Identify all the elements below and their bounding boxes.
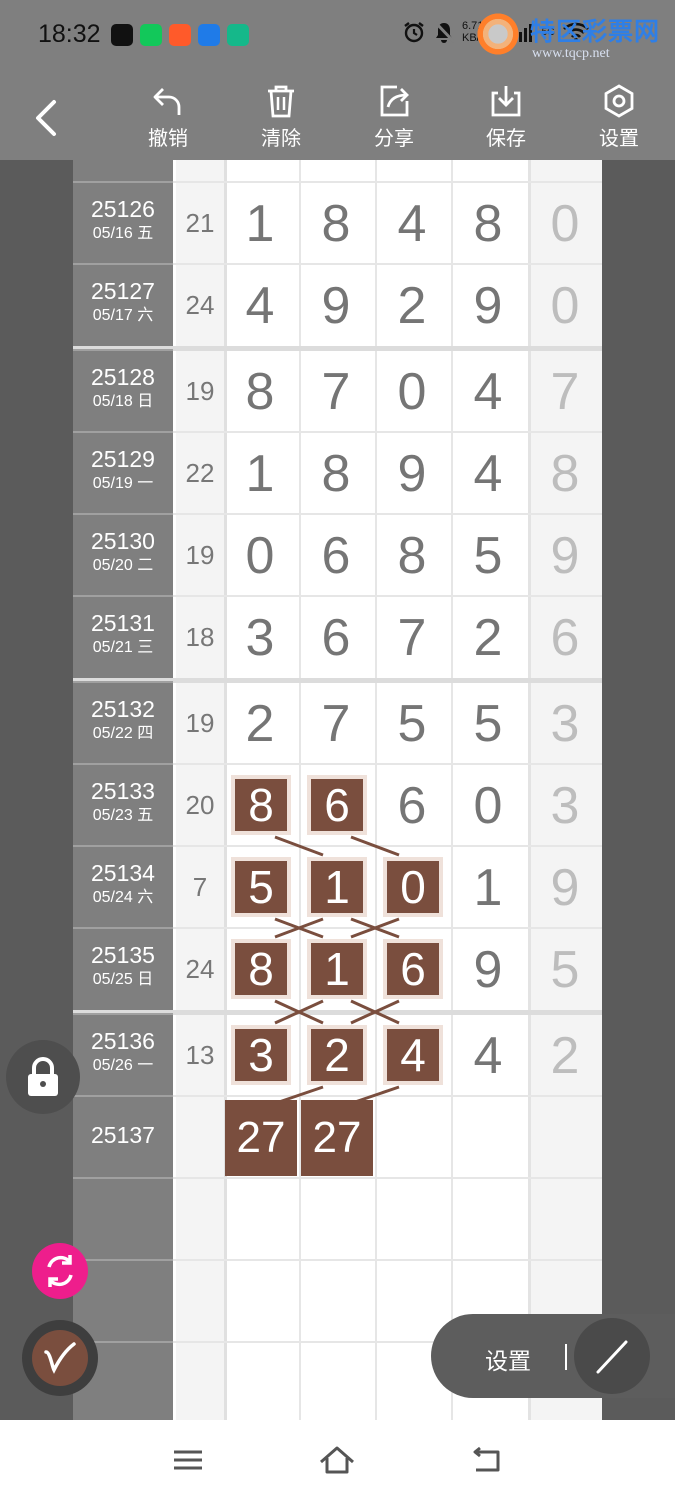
notification-icons [111,24,249,46]
lock-icon [28,1057,58,1096]
result-marker[interactable]: 27 [301,1100,373,1176]
connector-line [274,835,324,857]
back-nav-button[interactable] [470,1440,504,1485]
floating-settings-label[interactable]: 设置 [485,1342,531,1376]
undo-icon [153,88,181,115]
watermark-logo-icon [474,10,522,58]
pen-color-swatch [32,1330,88,1386]
clear-button[interactable]: 清除 [246,84,316,151]
highlight-marker[interactable]: 3 [235,1029,287,1081]
settings-label: 设置 [599,128,639,150]
draw-line-button[interactable] [574,1318,650,1394]
menu-button[interactable] [172,1440,204,1485]
highlight-marker[interactable]: 1 [311,943,363,995]
status-time: 18:32 [38,20,101,48]
phone-icon [140,24,162,46]
connector-line [350,835,400,857]
top-toolbar: 18:32 6.71 KB/s 5G 5G 特区彩票网 www.tqcp.net [0,0,675,160]
menu-icon [174,1450,202,1470]
clear-label: 清除 [261,128,301,150]
gear-icon [604,84,634,118]
highlight-marker[interactable]: 1 [311,861,363,913]
tasks-icon [198,24,220,46]
highlight-marker[interactable]: 8 [235,943,287,995]
home-button[interactable] [318,1440,356,1485]
result-marker[interactable]: 27 [225,1100,297,1176]
highlight-marker[interactable]: 4 [387,1029,439,1081]
line-tool-icon [596,1340,628,1374]
highlight-marker[interactable]: 8 [235,779,287,831]
highlight-marker[interactable]: 2 [311,1029,363,1081]
trash-icon [268,85,294,118]
watermark-title: 特区彩票网 [530,18,661,46]
save-button[interactable]: 保存 [471,84,541,151]
undo-label: 撤销 [148,128,188,150]
docs-icon [227,24,249,46]
download-icon [491,86,521,117]
highlight-marker[interactable]: 6 [387,943,439,995]
floating-separator [565,1344,567,1370]
mute-icon [433,20,455,44]
capcut-icon [111,24,133,46]
highlight-marker[interactable]: 5 [235,861,287,913]
back-button[interactable] [30,98,66,138]
share-button[interactable]: 分享 [359,84,429,151]
watermark: 特区彩票网 www.tqcp.net [474,10,670,65]
system-nav-bar [0,1420,675,1500]
settings-button[interactable]: 设置 [584,84,654,151]
undo-button[interactable]: 撤销 [133,84,203,151]
refresh-button[interactable] [32,1243,88,1299]
chevron-left-icon [36,100,56,136]
lottery-trend-board[interactable]: 2512505/15 四2512605/16 五21184802512705/1… [73,160,602,1420]
share-label: 分享 [374,128,414,150]
pen-color-button[interactable] [22,1320,98,1396]
refresh-icon [47,1255,73,1287]
save-label: 保存 [486,128,526,150]
home-icon [320,1446,354,1474]
share-icon [380,85,409,117]
watermark-url: www.tqcp.net [532,46,610,61]
highlight-marker[interactable]: 0 [387,861,439,913]
lock-button[interactable] [6,1040,80,1114]
floating-settings-bar[interactable]: 设置 [431,1314,675,1398]
highlight-marker[interactable]: 6 [311,779,363,831]
back-nav-icon [473,1446,500,1472]
pen-stroke-icon [44,1342,76,1374]
shop-icon [169,24,191,46]
alarm-icon [404,22,424,43]
